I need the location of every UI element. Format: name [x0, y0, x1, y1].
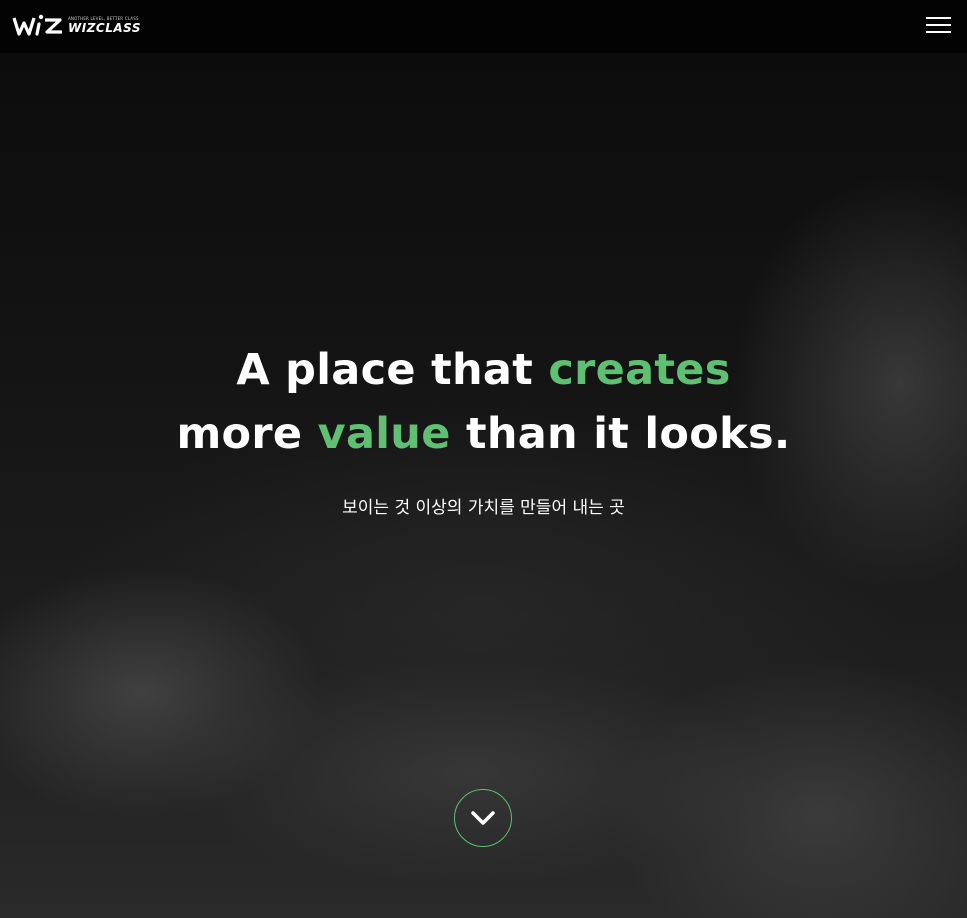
hamburger-menu-icon: [926, 17, 951, 19]
scroll-down-button[interactable]: [454, 789, 512, 847]
hamburger-menu-icon-bar: [926, 24, 951, 26]
headline-accent-word: creates: [548, 345, 731, 395]
chevron-down-icon: [471, 811, 495, 825]
headline-text: more: [176, 409, 318, 459]
logo-text: ANOTHER LEVEL, BETTER CLASS WIZCLASS: [68, 12, 141, 38]
headline-text: A place that: [236, 345, 549, 395]
site-header: ANOTHER LEVEL, BETTER CLASS WIZCLASS: [0, 0, 967, 53]
wiz-logo-icon: [12, 14, 62, 36]
hero-subtitle: 보이는 것 이상의 가치를 만들어 내는 곳: [342, 498, 625, 518]
hero-headline: A place that creates more value than it …: [0, 338, 967, 466]
hamburger-menu-button[interactable]: [922, 12, 956, 38]
hero-section: A place that creates more value than it …: [0, 53, 967, 918]
headline-line-2: more value than it looks.: [0, 402, 967, 466]
wizclass-logo[interactable]: ANOTHER LEVEL, BETTER CLASS WIZCLASS: [12, 11, 141, 39]
logo-tagline: ANOTHER LEVEL, BETTER CLASS: [68, 15, 139, 21]
headline-accent-word: value: [317, 409, 451, 459]
logo-brand: WIZCLASS: [68, 20, 141, 35]
headline-line-1: A place that creates: [0, 338, 967, 402]
headline-text: than it looks.: [450, 409, 791, 459]
hamburger-menu-icon-bar: [926, 31, 951, 33]
